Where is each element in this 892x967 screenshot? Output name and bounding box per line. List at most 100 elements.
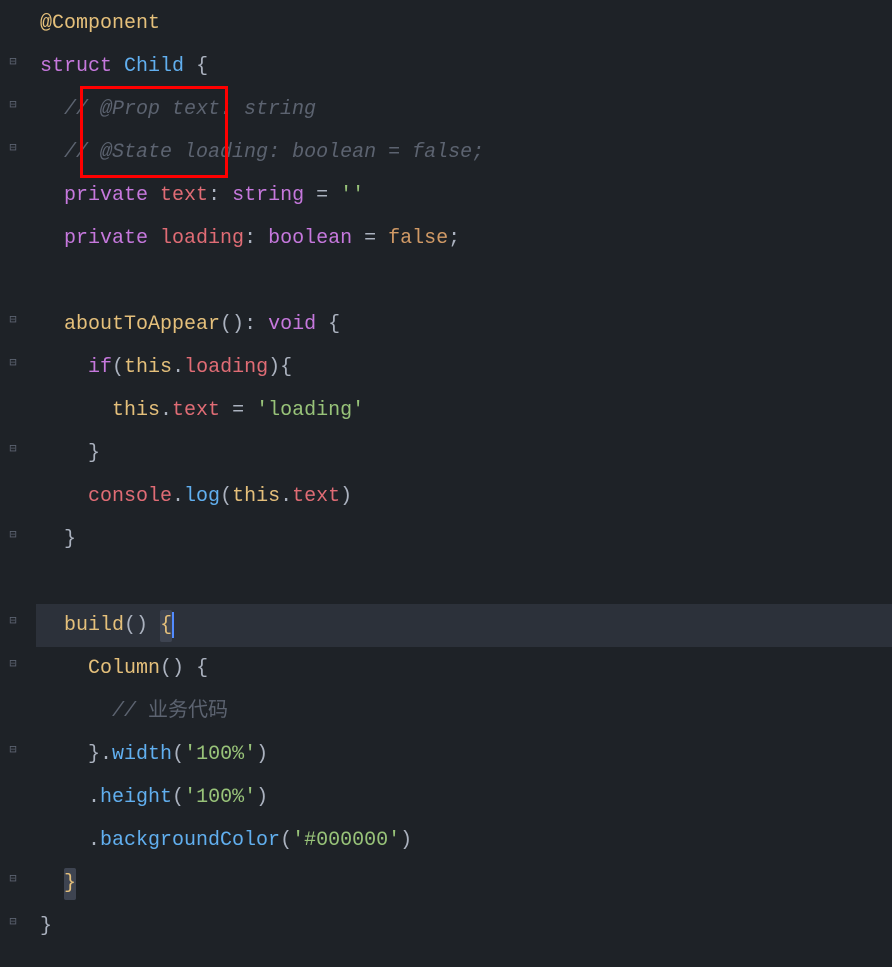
punct-token: . [172,481,184,513]
comment-token: // @State [64,137,172,169]
paren-token: ( [280,825,292,857]
code-line[interactable] [36,260,892,303]
fold-icon[interactable]: ⊟ [6,873,20,887]
code-line[interactable]: @Component [36,2,892,45]
keyword-token: if [88,352,112,384]
paren-token: ) [256,739,268,771]
comment-token: // [112,696,148,728]
code-line[interactable] [36,561,892,604]
code-line[interactable]: Column() { [36,647,892,690]
method-token: width [112,739,172,771]
boolean-token: false [388,223,448,255]
code-line-current[interactable]: build() { [36,604,892,647]
this-token: this [112,395,160,427]
method-token: backgroundColor [100,825,280,857]
punct-token: . [160,395,172,427]
paren-token: ( [112,352,124,384]
brace-token: } [64,524,76,556]
brace-token: { [196,653,208,685]
code-line[interactable]: } [36,905,892,948]
classname-token: Child [124,51,184,83]
caret-icon [172,612,174,638]
brace-token: } [88,438,100,470]
identifier-token: console [88,481,172,513]
string-token: '' [340,180,364,212]
code-line[interactable]: private text: string = '' [36,174,892,217]
code-area[interactable]: @Component struct Child { // @Prop text:… [28,0,892,967]
code-line[interactable]: private loading: boolean = false; [36,217,892,260]
punct-token: : [208,180,220,212]
operator-token: = [232,395,244,427]
brace-token: } [64,868,76,900]
paren-token: ) [256,782,268,814]
fold-icon[interactable]: ⊟ [6,529,20,543]
keyword-token: private [64,180,148,212]
comment-token: // @Prop [64,94,160,126]
punct-token: . [100,739,112,771]
paren-token: ) [400,825,412,857]
code-line[interactable]: } [36,862,892,905]
paren-token: ( [172,782,184,814]
paren-token: ) [340,481,352,513]
keyword-token: struct [40,51,112,83]
paren-token: ( [220,481,232,513]
code-line[interactable]: this.text = 'loading' [36,389,892,432]
code-line[interactable]: // 业务代码 [36,690,892,733]
type-token: boolean [268,223,352,255]
fold-icon[interactable]: ⊟ [6,142,20,156]
function-token: aboutToAppear [64,309,220,341]
code-line[interactable]: struct Child { [36,45,892,88]
paren-token: () [160,653,184,685]
keyword-token: private [64,223,148,255]
property-token: text [292,481,340,513]
punct-token: : [244,309,256,341]
punct-token: . [172,352,184,384]
punct-token: . [88,825,100,857]
operator-token: = [316,180,328,212]
method-token: height [100,782,172,814]
code-line[interactable]: .backgroundColor('#000000') [36,819,892,862]
comment-token: loading: boolean = false; [172,137,484,169]
brace-token: } [40,911,52,943]
paren-token: ) [268,352,280,384]
punct-token: : [244,223,256,255]
fold-icon[interactable]: ⊟ [6,615,20,629]
brace-token: { [280,352,292,384]
fold-icon[interactable]: ⊟ [6,314,20,328]
code-line[interactable]: } [36,432,892,475]
string-token: '100%' [184,782,256,814]
method-token: log [184,481,220,513]
this-token: this [232,481,280,513]
code-line[interactable]: // @Prop text: string [36,88,892,131]
string-token: '#000000' [292,825,400,857]
annotation-token: @Component [40,8,160,40]
code-editor[interactable]: ⊟ ⊟ ⊟ ⊟ ⊟ ⊟ ⊟ ⊟ ⊟ ⊟ ⊟ ⊟ @Component struc… [0,0,892,967]
fold-icon[interactable]: ⊟ [6,99,20,113]
fold-icon[interactable]: ⊟ [6,916,20,930]
paren-token: () [220,309,244,341]
punct-token: . [280,481,292,513]
fold-icon[interactable]: ⊟ [6,744,20,758]
code-line[interactable]: console.log(this.text) [36,475,892,518]
code-line[interactable]: if(this.loading){ [36,346,892,389]
fold-icon[interactable]: ⊟ [6,443,20,457]
function-token: Column [88,653,160,685]
this-token: this [124,352,172,384]
operator-token: = [364,223,376,255]
paren-token: ( [172,739,184,771]
code-line[interactable]: aboutToAppear(): void { [36,303,892,346]
fold-icon[interactable]: ⊟ [6,658,20,672]
brace-token: { [328,309,340,341]
code-line[interactable]: } [36,518,892,561]
identifier-token: text [160,180,208,212]
property-token: text [172,395,220,427]
punct-token: . [88,782,100,814]
code-line[interactable]: }.width('100%') [36,733,892,776]
type-token: string [232,180,304,212]
code-line[interactable]: // @State loading: boolean = false; [36,131,892,174]
brace-token: { [196,51,208,83]
keyword-token: void [268,309,316,341]
code-line[interactable]: .height('100%') [36,776,892,819]
fold-icon[interactable]: ⊟ [6,357,20,371]
fold-icon[interactable]: ⊟ [6,56,20,70]
